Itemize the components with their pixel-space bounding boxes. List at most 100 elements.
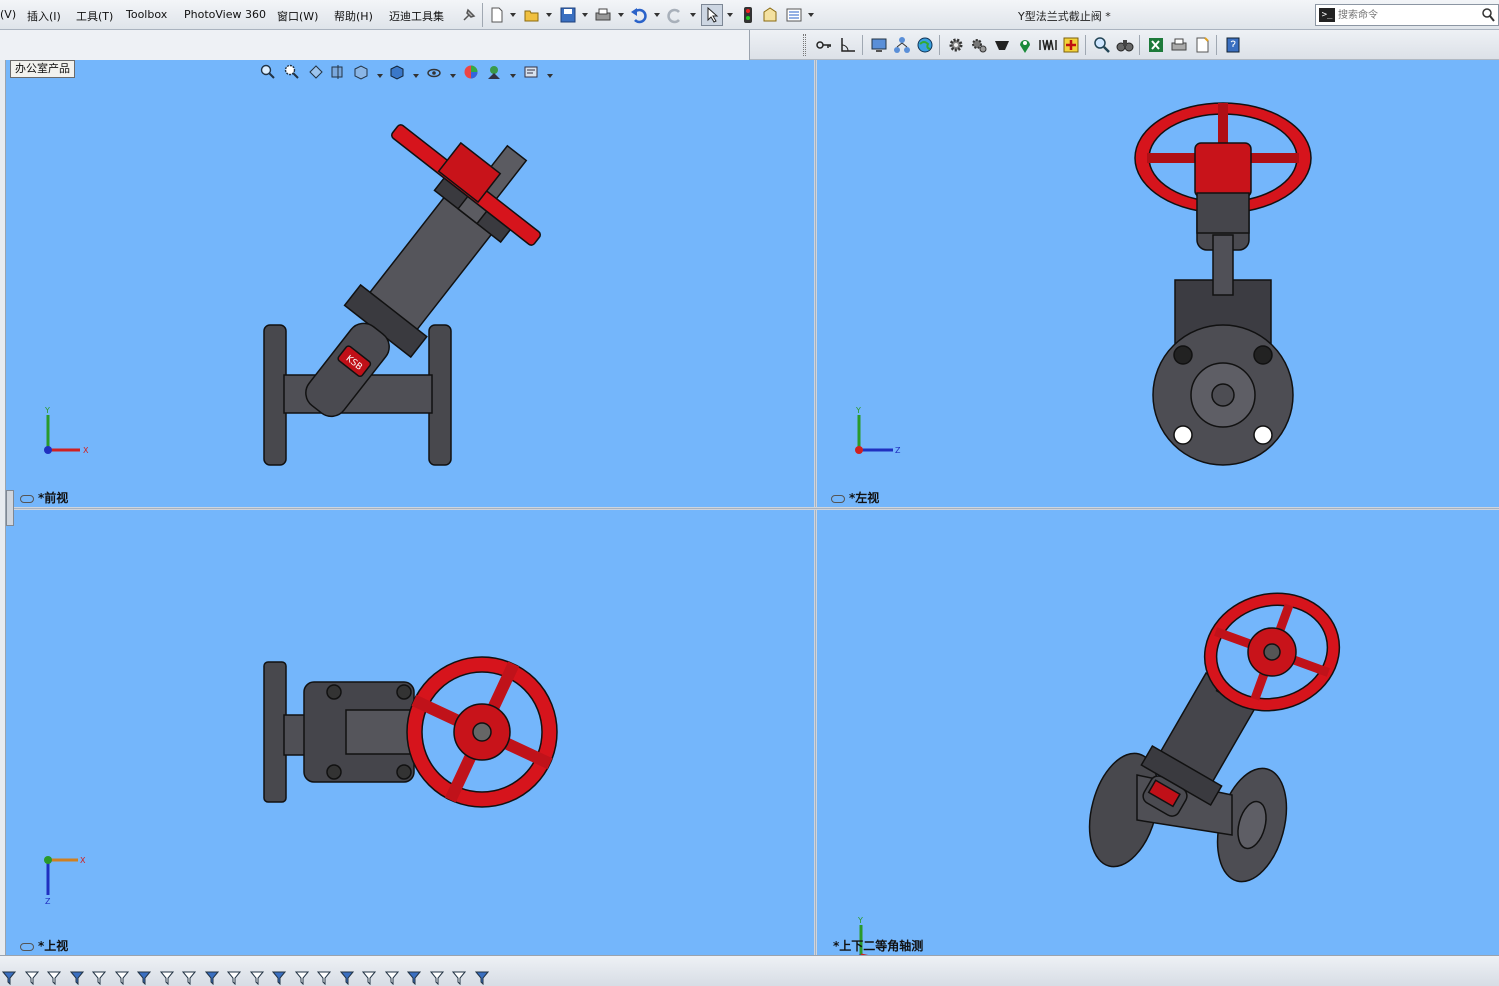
spring-icon[interactable] bbox=[1039, 36, 1057, 54]
menu-insert[interactable]: 插入(I) bbox=[27, 8, 61, 24]
selection-filter-icon[interactable] bbox=[317, 971, 331, 985]
selection-filter-icon[interactable] bbox=[137, 971, 151, 985]
hide-show-items-icon[interactable] bbox=[426, 64, 442, 80]
chevron-down-icon[interactable] bbox=[377, 74, 383, 78]
selection-filter-icon[interactable] bbox=[272, 971, 286, 985]
print-icon[interactable] bbox=[594, 6, 612, 24]
menu-toolbox[interactable]: Toolbox bbox=[126, 8, 167, 21]
excel-icon[interactable] bbox=[1147, 36, 1165, 54]
link-icon[interactable] bbox=[20, 942, 34, 951]
chevron-down-icon[interactable] bbox=[547, 74, 553, 78]
chevron-down-icon[interactable] bbox=[618, 13, 624, 17]
pin-icon[interactable] bbox=[460, 6, 478, 24]
viewport-isometric[interactable]: Y X Z *上下二等角轴测 bbox=[817, 510, 1499, 955]
chevron-down-icon[interactable] bbox=[413, 74, 419, 78]
selection-filter-icon[interactable] bbox=[362, 971, 376, 985]
chevron-down-icon[interactable] bbox=[546, 13, 552, 17]
bowl-icon[interactable] bbox=[993, 36, 1011, 54]
selection-filter-icon[interactable] bbox=[2, 971, 16, 985]
display-style-icon[interactable] bbox=[389, 64, 405, 80]
help-book-icon[interactable] bbox=[1224, 36, 1242, 54]
link-icon[interactable] bbox=[20, 494, 34, 503]
toolbar-grip[interactable] bbox=[803, 34, 806, 56]
triad-x-label: X bbox=[83, 446, 89, 455]
file-properties-icon[interactable] bbox=[761, 6, 779, 24]
chevron-down-icon[interactable] bbox=[510, 74, 516, 78]
options-icon[interactable] bbox=[785, 6, 803, 24]
key-icon[interactable] bbox=[815, 36, 833, 54]
selection-filter-icon[interactable] bbox=[249, 971, 264, 985]
selection-filter-icon[interactable] bbox=[159, 971, 174, 985]
search-commands-box[interactable]: >_ bbox=[1315, 4, 1499, 26]
location-pin-icon[interactable] bbox=[1016, 36, 1034, 54]
view-settings-icon[interactable] bbox=[523, 64, 539, 80]
menu-tools[interactable]: 工具(T) bbox=[76, 8, 113, 24]
office-products-tab[interactable]: 办公室产品 bbox=[10, 60, 75, 78]
viewport-top[interactable]: Z X *上视 bbox=[6, 510, 814, 955]
apply-scene-icon[interactable] bbox=[486, 64, 502, 80]
gear-icon[interactable] bbox=[947, 36, 965, 54]
graphics-area[interactable]: KSB Y X *前视 Y Z *左视 Z X *上视 Y *上下二等角轴测 bbox=[6, 60, 1499, 955]
menu-window[interactable]: 窗口(W) bbox=[277, 8, 318, 24]
rebuild-traffic-light-icon[interactable] bbox=[739, 6, 757, 24]
network-icon[interactable] bbox=[893, 36, 911, 54]
selection-filter-icon[interactable] bbox=[47, 971, 61, 985]
add-component-icon[interactable] bbox=[1062, 36, 1080, 54]
chevron-down-icon[interactable] bbox=[582, 13, 588, 17]
search-input[interactable] bbox=[1338, 7, 1478, 23]
selection-filter-icon[interactable] bbox=[407, 971, 421, 985]
open-folder-icon[interactable] bbox=[523, 6, 541, 24]
selection-filter-icon[interactable] bbox=[114, 971, 129, 985]
zoom-to-fit-icon[interactable] bbox=[260, 64, 276, 80]
selection-filter-icon[interactable] bbox=[182, 971, 196, 985]
chevron-down-icon[interactable] bbox=[727, 13, 733, 17]
chevron-down-icon[interactable] bbox=[510, 13, 516, 17]
new-document-icon[interactable] bbox=[488, 6, 506, 24]
selection-filter-icon[interactable] bbox=[474, 971, 489, 985]
selection-filter-icon[interactable] bbox=[339, 971, 354, 985]
chevron-down-icon[interactable] bbox=[690, 13, 696, 17]
selection-filter-icon[interactable] bbox=[294, 971, 309, 985]
viewport-left[interactable]: Y Z *左视 bbox=[817, 60, 1499, 507]
selection-filter-icon[interactable] bbox=[384, 971, 399, 985]
search-icon[interactable] bbox=[1480, 7, 1496, 23]
previous-view-icon[interactable] bbox=[308, 64, 324, 80]
edit-appearance-icon[interactable] bbox=[463, 64, 479, 80]
globe-icon[interactable] bbox=[916, 36, 934, 54]
selection-filter-icon[interactable] bbox=[204, 971, 219, 985]
selection-filter-icon[interactable] bbox=[92, 971, 106, 985]
viewport-label: *上视 bbox=[20, 937, 68, 954]
menu-photoview[interactable]: PhotoView 360 bbox=[184, 8, 266, 21]
select-button[interactable] bbox=[701, 4, 723, 26]
view-orientation-icon[interactable] bbox=[353, 64, 369, 80]
selection-filter-icon[interactable] bbox=[24, 971, 39, 985]
redo-icon[interactable] bbox=[666, 6, 684, 24]
monitor-icon[interactable] bbox=[870, 36, 888, 54]
viewport-label: *上下二等角轴测 bbox=[833, 937, 923, 954]
zoom-to-area-icon[interactable] bbox=[284, 64, 300, 80]
binoculars-icon[interactable] bbox=[1116, 36, 1134, 54]
horizontal-splitter[interactable] bbox=[6, 507, 1499, 510]
panel-collapse-handle[interactable] bbox=[6, 490, 14, 526]
menu-help[interactable]: 帮助(H) bbox=[334, 8, 373, 24]
selection-filter-icon[interactable] bbox=[227, 971, 241, 985]
chevron-down-icon[interactable] bbox=[654, 13, 660, 17]
new-sheet-icon[interactable] bbox=[1193, 36, 1211, 54]
chevron-down-icon[interactable] bbox=[450, 74, 456, 78]
selection-filter-icon[interactable] bbox=[429, 971, 444, 985]
save-icon[interactable] bbox=[559, 6, 577, 24]
menu-view[interactable]: (V) bbox=[0, 8, 16, 21]
selection-filter-icon[interactable] bbox=[69, 971, 84, 985]
menu-maidi-tools[interactable]: 迈迪工具集 bbox=[389, 8, 444, 24]
zoom-search-icon[interactable] bbox=[1093, 36, 1111, 54]
undo-icon[interactable] bbox=[630, 6, 648, 24]
link-icon[interactable] bbox=[831, 494, 845, 503]
chevron-down-icon[interactable] bbox=[808, 13, 814, 17]
gears-icon[interactable] bbox=[970, 36, 988, 54]
printer-icon[interactable] bbox=[1170, 36, 1188, 54]
selection-filter-icon[interactable] bbox=[452, 971, 466, 985]
command-prompt-icon: >_ bbox=[1319, 8, 1335, 22]
angle-icon[interactable] bbox=[839, 36, 857, 54]
section-view-icon[interactable] bbox=[330, 64, 346, 80]
viewport-front[interactable]: KSB Y X *前视 bbox=[6, 60, 814, 507]
